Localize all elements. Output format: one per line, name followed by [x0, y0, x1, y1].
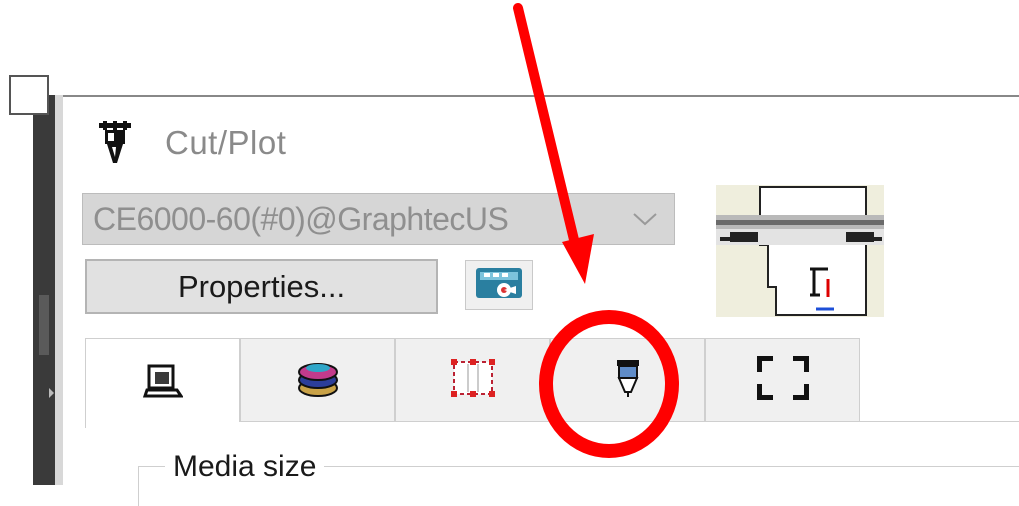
- background-top: [0, 0, 1019, 95]
- registration-marks-icon: [448, 356, 498, 405]
- layers-icon: [296, 358, 340, 403]
- cutting-master-icon: [474, 264, 524, 307]
- layers-tab[interactable]: [240, 338, 395, 422]
- device-dropdown[interactable]: CE6000-60(#0)@GraphtecUS: [82, 193, 675, 245]
- cutter-blade-icon: [95, 121, 135, 165]
- settings-tabs: [85, 338, 860, 428]
- panel-header: Cut/Plot: [95, 118, 286, 168]
- media-icon: [142, 362, 184, 405]
- panel-title: Cut/Plot: [165, 124, 287, 161]
- collapse-arrow-icon[interactable]: [49, 388, 54, 398]
- left-toolbar-strip: [33, 95, 55, 485]
- area-frame-icon: [755, 355, 810, 405]
- cutting-conditions-tab[interactable]: [550, 338, 705, 422]
- media-size-label: Media size: [165, 450, 325, 484]
- plotter-preview: [716, 185, 884, 317]
- chevron-down-icon[interactable]: [628, 204, 662, 234]
- area-tab[interactable]: [705, 338, 860, 422]
- registration-marks-tab[interactable]: [395, 338, 550, 422]
- device-dropdown-value: CE6000-60(#0)@GraphtecUS: [93, 200, 509, 237]
- media-tab[interactable]: [85, 338, 240, 428]
- select-checkbox[interactable]: [9, 75, 49, 115]
- cutting-master-button[interactable]: [465, 260, 533, 310]
- properties-button[interactable]: Properties...: [85, 259, 438, 314]
- panel-edge: [55, 95, 63, 485]
- pen-blade-icon: [613, 358, 643, 403]
- scroll-handle[interactable]: [39, 295, 49, 355]
